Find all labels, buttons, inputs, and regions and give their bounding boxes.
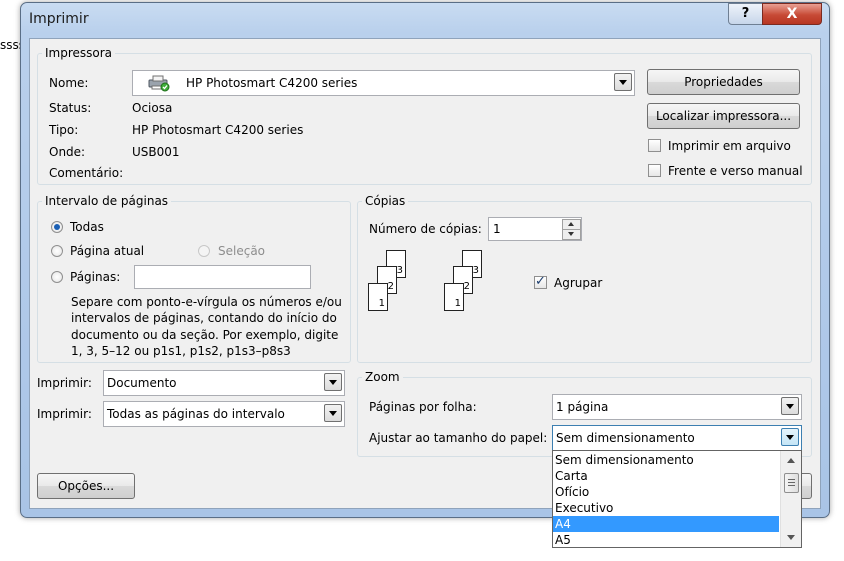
scroll-down-icon[interactable] (787, 535, 795, 540)
print-range-value: Todas as páginas do intervalo (107, 407, 285, 421)
scroll-thumb[interactable] (784, 473, 799, 493)
pages-per-sheet-combo[interactable]: 1 página (552, 394, 802, 420)
range-hint: Separe com ponto-e-vírgula os números e/… (71, 294, 342, 359)
type-label: Tipo: (49, 123, 79, 137)
collate-label: Agrupar (554, 276, 603, 290)
radio-current-page[interactable] (51, 245, 63, 257)
properties-button[interactable]: Propriedades (647, 69, 800, 95)
range-hint-line: Separe com ponto-e-vírgula os números e/… (71, 295, 342, 309)
copies-count-label: Número de cópias: (369, 222, 482, 236)
page-range-group-label: Intervalo de páginas (42, 194, 172, 208)
copies-count-value: 1 (493, 222, 501, 236)
scroll-up-icon[interactable] (787, 458, 795, 463)
where-label: Onde: (49, 145, 86, 159)
copies-count-stepper[interactable]: 1 (488, 217, 582, 241)
dropdown-option[interactable]: Carta (555, 468, 779, 484)
dropdown-option-selected[interactable]: A4 (553, 516, 779, 532)
where-value: USB001 (132, 145, 180, 159)
page-icon: 1 (368, 283, 388, 311)
scale-value: Sem dimensionamento (556, 431, 695, 445)
radio-current-page-label: Página atual (70, 244, 145, 258)
range-hint-line: documento ou da seção. Por exemplo, digi… (71, 327, 339, 342)
help-button[interactable]: ? (728, 3, 763, 25)
chevron-down-icon[interactable] (324, 404, 342, 422)
scale-label: Ajustar ao tamanho do papel: (369, 431, 548, 445)
radio-selection (198, 245, 210, 257)
print-to-file-checkbox[interactable] (648, 139, 661, 152)
copies-group-label: Cópias (362, 194, 409, 208)
dropdown-option[interactable]: Executivo (555, 500, 779, 516)
comment-label: Comentário: (49, 166, 124, 180)
print-what-label: Imprimir: (37, 376, 92, 390)
status-label: Status: (49, 101, 92, 115)
dropdown-option[interactable]: A5 (555, 532, 779, 548)
manual-duplex-label: Frente e verso manual (668, 164, 803, 178)
page-stack-icon: 3 2 1 (444, 250, 489, 316)
print-range-combo[interactable]: Todas as páginas do intervalo (103, 401, 345, 427)
chevron-down-icon[interactable] (781, 428, 799, 446)
zoom-group-label: Zoom (362, 370, 403, 384)
printer-name-label: Nome: (49, 76, 89, 90)
printer-group-label: Impressora (42, 46, 116, 60)
pages-per-sheet-label: Páginas por folha: (369, 400, 477, 414)
printer-name-value: HP Photosmart C4200 series (186, 76, 358, 90)
scale-dropdown-list: Sem dimensionamento Carta Ofício Executi… (552, 450, 802, 548)
print-what-value: Documento (107, 376, 177, 390)
chevron-down-icon[interactable] (324, 373, 342, 391)
page-icon: 1 (444, 283, 464, 311)
dropdown-option[interactable]: Sem dimensionamento (555, 452, 779, 468)
status-value: Ociosa (132, 101, 173, 115)
printer-icon (147, 74, 171, 92)
print-range-label: Imprimir: (37, 407, 92, 421)
pages-input[interactable] (134, 265, 311, 289)
close-button[interactable]: X (762, 3, 822, 25)
chevron-down-icon[interactable] (614, 73, 632, 91)
print-what-combo[interactable]: Documento (103, 370, 345, 396)
chevron-down-icon (568, 232, 574, 236)
window-title: Imprimir (29, 11, 89, 27)
print-to-file-label: Imprimir em arquivo (668, 139, 791, 153)
collate-checkbox[interactable] (534, 274, 547, 289)
options-button[interactable]: Opções... (37, 473, 135, 499)
pages-per-sheet-value: 1 página (556, 400, 609, 414)
dropdown-scrollbar[interactable] (780, 451, 801, 547)
dropdown-option[interactable]: Ofício (555, 484, 779, 500)
type-value: HP Photosmart C4200 series (132, 123, 304, 137)
chevron-down-icon[interactable] (781, 397, 799, 415)
radio-all[interactable] (51, 221, 63, 233)
radio-pages[interactable] (51, 271, 63, 283)
radio-pages-label: Páginas: (70, 270, 121, 284)
scale-combo[interactable]: Sem dimensionamento (552, 425, 802, 451)
page-stack-icon: 3 2 1 (368, 250, 413, 316)
range-hint-line: intervalos de páginas, contando do iníci… (71, 311, 337, 326)
find-printer-button[interactable]: Localizar impressora... (647, 103, 800, 129)
close-icon: X (786, 6, 798, 22)
chevron-up-icon (568, 222, 574, 226)
printer-name-combo[interactable]: HP Photosmart C4200 series (132, 70, 635, 96)
manual-duplex-checkbox[interactable] (648, 164, 661, 177)
radio-selection-label: Seleção (218, 244, 266, 258)
radio-all-label: Todas (70, 220, 104, 234)
range-hint-line: 1, 3, 5–12 ou p1s1, p1s2, p1s3–p8s3 (71, 343, 291, 358)
grip-icon (788, 479, 795, 480)
decrement-button[interactable] (562, 229, 581, 240)
